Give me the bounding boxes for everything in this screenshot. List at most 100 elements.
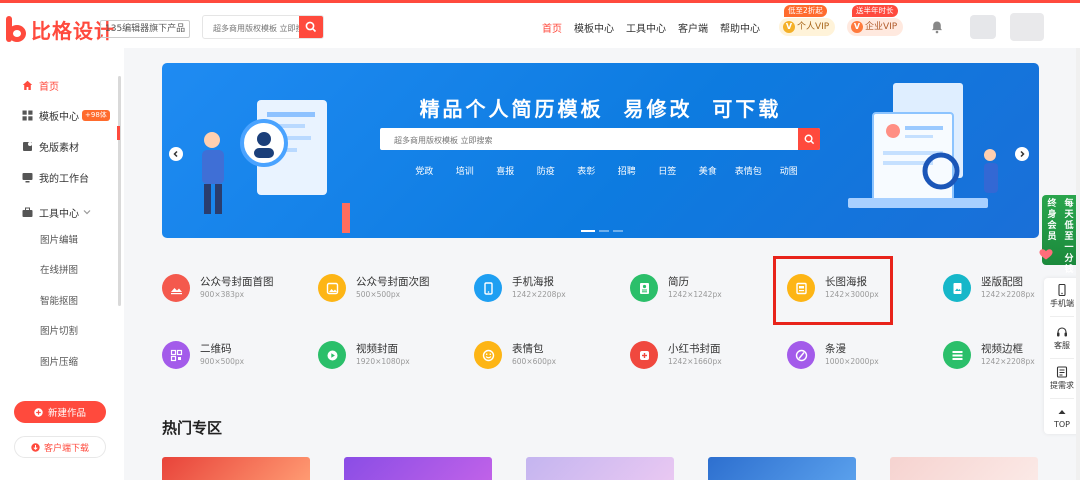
sidebar-item-label: 工具中心 [39,208,79,220]
banner-tag[interactable]: 喜报 [485,164,526,177]
banner-tag[interactable]: 表情包 [728,164,769,177]
grid-icon [22,110,33,120]
category-size: 1242×2208px [512,289,566,299]
hot-thumbnail[interactable] [344,457,492,480]
banner-tag[interactable]: 日签 [647,164,688,177]
sidebar-item-templates[interactable]: 模板中心 +98体 [22,107,110,123]
category-item[interactable]: 小红书封面 1242×1660px [630,340,722,370]
banner-tag[interactable]: 党政 [404,164,445,177]
header-search-input[interactable] [203,17,299,38]
download-icon [31,442,40,452]
material-icon [23,141,32,151]
float-request[interactable]: 提需求 [1044,366,1080,391]
nav-client[interactable]: 客户端 [678,20,708,35]
category-size: 1000×2000px [825,356,879,366]
vip-personal-label: 个人VIP [797,22,830,32]
vertical-image-icon [943,274,971,302]
category-item[interactable]: 视频封面 1920×1080px [318,340,410,370]
hot-thumbnail[interactable] [890,457,1038,480]
banner-prev-button[interactable] [169,147,183,161]
redbook-icon [630,341,658,369]
category-item[interactable]: 公众号封面首图 900×383px [162,273,274,303]
float-service[interactable]: 客服 [1044,326,1080,351]
user-name-blurred[interactable] [1010,13,1044,41]
banner-dot-active[interactable] [581,230,595,232]
nav-help[interactable]: 帮助中心 [720,20,760,35]
new-work-button[interactable]: 新建作品 [14,401,106,423]
tool-image-compress[interactable]: 图片压缩 [40,354,78,368]
banner-tag[interactable]: 美食 [688,164,729,177]
toolbox-icon [22,207,33,217]
category-item[interactable]: 公众号封面次图 500×500px [318,273,430,303]
sidebar-item-home[interactable]: 首页 [22,77,59,93]
nav-templates[interactable]: 模板中心 [574,20,614,35]
nav-tools[interactable]: 工具中心 [626,20,666,35]
tool-collage[interactable]: 在线拼图 [40,262,78,276]
category-size: 900×383px [200,289,245,299]
page-scrollbar[interactable] [1076,48,1080,480]
banner-tag[interactable]: 培训 [445,164,486,177]
banner-tag[interactable]: 招聘 [607,164,648,177]
video-icon [318,341,346,369]
sidebar-item-label: 我的工作台 [39,173,89,185]
banner-dot[interactable] [613,230,623,232]
category-item[interactable]: 表情包 600×600px [474,340,556,370]
banner-tag[interactable]: 动图 [769,164,810,177]
vip-personal-tag: 低至2折起 [784,5,827,17]
category-name: 简历 [668,275,689,288]
category-item[interactable]: 简历 1242×1242px [630,273,722,303]
bell-icon[interactable] [930,20,944,34]
category-size: 1242×2208px [981,356,1035,366]
float-top[interactable]: TOP [1044,406,1080,429]
divider [1050,316,1074,317]
vip-enterprise-button[interactable]: V 企业VIP [847,18,904,36]
banner-next-button[interactable] [1015,147,1029,161]
category-name: 竖版配图 [981,275,1023,288]
banner-tag-list: 党政 培训 喜报 防疫 表彰 招聘 日签 美食 表情包 动图 [404,164,809,177]
tool-cutout[interactable]: 智能抠图 [40,293,78,307]
banner-search [380,128,820,152]
category-item[interactable]: 竖版配图 1242×2208px [943,273,1035,303]
arrow-up-icon [1058,410,1066,414]
sidebar-item-materials[interactable]: 免版素材 [22,138,79,154]
sidebar-item-tools[interactable]: 工具中心 [22,204,91,220]
client-download-button[interactable]: 客户端下载 [14,436,106,458]
divider [1050,398,1074,399]
category-name: 小红书封面 [668,342,721,355]
category-item[interactable]: 手机海报 1242×2208px [474,273,566,303]
sidebar-item-label: 免版素材 [39,142,79,154]
sidebar-item-workspace[interactable]: 我的工作台 [22,169,89,185]
tool-image-cut[interactable]: 图片切割 [40,323,78,337]
phone-icon [474,274,502,302]
float-mobile[interactable]: 手机端 [1044,284,1080,309]
category-item[interactable]: 条漫 1000×2000px [787,340,879,370]
hot-thumbnail[interactable] [526,457,674,480]
chevron-down-icon [83,210,91,215]
chevron-right-icon [1020,150,1025,158]
banner-tag[interactable]: 防疫 [526,164,567,177]
banner-tag[interactable]: 表彰 [566,164,607,177]
hero-banner[interactable]: 精品个人简历模板 易修改 可下载 党政 培训 喜报 防疫 表彰 招聘 日签 美食… [162,63,1039,238]
vip-enterprise-label: 企业VIP [865,22,898,32]
hot-thumbnail[interactable] [162,457,310,480]
nav-home[interactable]: 首页 [542,20,562,35]
vip-personal-button[interactable]: V 个人VIP [779,18,836,36]
category-size: 1920×1080px [356,356,410,366]
logo[interactable]: 比格设计 [6,15,115,43]
banner-dot[interactable] [599,230,609,232]
avatar[interactable] [970,15,996,39]
category-size: 900×500px [200,356,245,366]
sidebar-scrollbar[interactable] [118,76,121,306]
home-icon [22,80,33,90]
banner-search-button[interactable] [798,128,820,150]
heart-icon [1039,249,1053,260]
header-search-button[interactable] [299,16,323,38]
tool-image-edit[interactable]: 图片编辑 [40,232,78,246]
logo-mark [6,16,28,42]
category-item[interactable]: 二维码 900×500px [162,340,244,370]
search-icon [804,134,814,144]
category-name: 公众号封面次图 [356,275,430,288]
hot-thumbnail[interactable] [708,457,856,480]
banner-search-input[interactable] [380,129,780,152]
category-item[interactable]: 视频边框 1242×2208px [943,340,1035,370]
